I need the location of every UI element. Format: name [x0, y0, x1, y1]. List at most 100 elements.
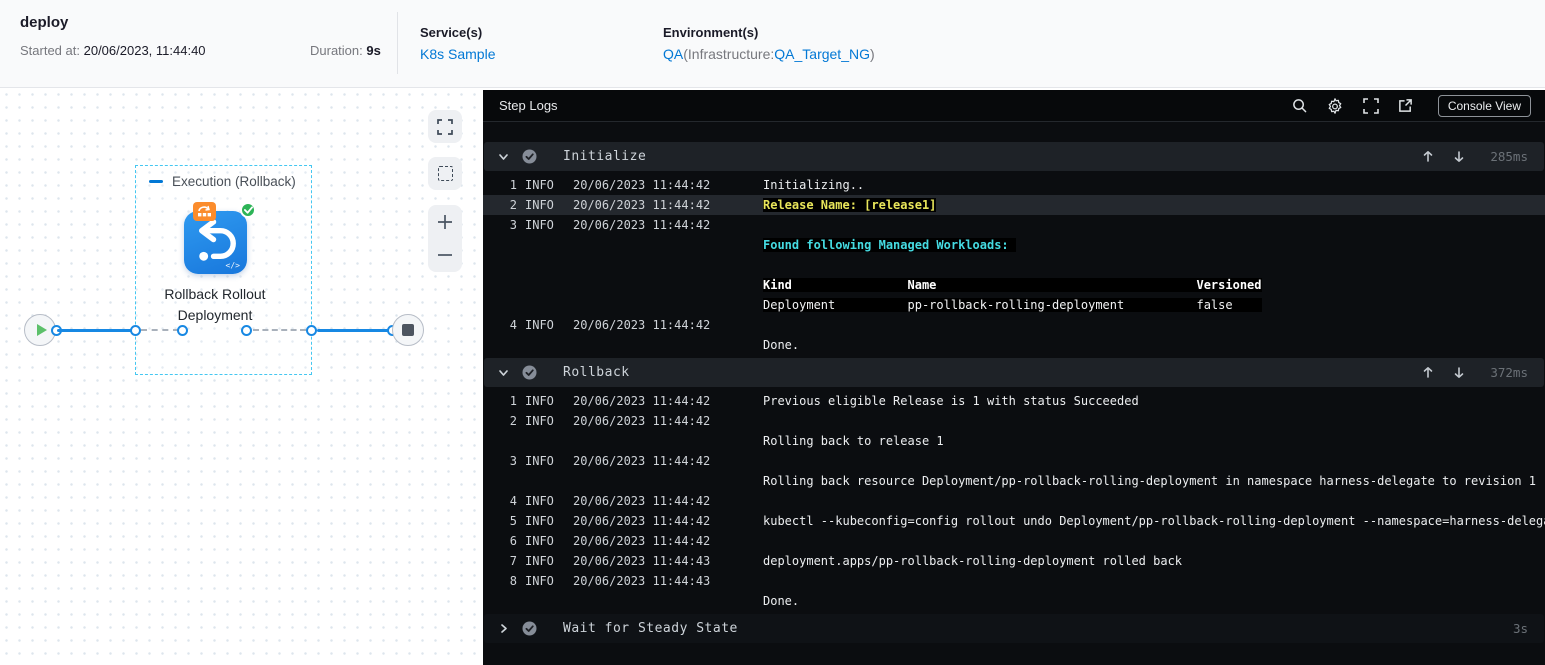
infrastructure-open: (Infrastructure:	[683, 46, 775, 62]
log-timestamp: 20/06/2023 11:44:42	[573, 178, 711, 192]
section-success-check-icon	[522, 365, 537, 380]
log-message: kubectl --kubeconfig=config rollout undo…	[763, 514, 1545, 528]
log-line-number: 2	[509, 198, 517, 212]
pipeline-title: deploy	[20, 14, 69, 31]
log-timestamp: 20/06/2023 11:44:42	[573, 198, 711, 212]
console-view-button[interactable]: Console View	[1437, 94, 1531, 117]
log-message: Deployment pp-rollback-rolling-deploymen…	[763, 298, 1262, 312]
step-success-check-icon	[240, 202, 256, 218]
log-settings-button[interactable]	[1326, 97, 1344, 115]
pipeline-graph-canvas[interactable]: Execution (Rollback) </> Rollback Rollou…	[0, 88, 483, 665]
zoom-in-button[interactable]	[428, 205, 462, 239]
chevron-down-icon[interactable]	[498, 367, 509, 378]
pipeline-end-node[interactable]	[392, 314, 424, 346]
log-row: Done.	[483, 335, 1545, 355]
log-line-number: 4	[509, 318, 517, 332]
environment-link[interactable]: QA	[663, 46, 683, 62]
step-logs-toolbar: Step Logs Console View	[483, 90, 1545, 122]
log-level: INFO	[525, 514, 554, 528]
selection-box-icon	[437, 166, 453, 181]
execution-header: deploy Started at: 20/06/2023, 11:44:40 …	[0, 0, 1545, 88]
log-level: INFO	[525, 218, 554, 232]
edge-line-start	[57, 329, 136, 332]
scroll-to-top-button[interactable]	[1422, 150, 1434, 163]
log-line-number: 7	[509, 554, 517, 568]
connector-dot	[177, 325, 188, 336]
edge-dashed-left	[141, 329, 179, 331]
duration-label: Duration:	[310, 43, 363, 58]
log-message: Initializing..	[763, 178, 865, 192]
log-message: Found following Managed Workloads:	[763, 238, 1016, 252]
log-row: 4 INFO 20/06/2023 11:44:42	[483, 315, 1545, 335]
section-success-check-icon	[522, 621, 537, 636]
started-at-label: Started at:	[20, 43, 80, 58]
log-sections: Initialize 285ms 1 INFO 20/06/2023 11:44:42 I…	[483, 142, 1545, 643]
log-message: Rolling back to release 1	[763, 434, 944, 448]
section-duration: 3s	[1512, 621, 1528, 636]
scroll-to-bottom-button[interactable]	[1453, 366, 1465, 379]
log-section-header[interactable]: Rollback 372ms	[484, 358, 1544, 387]
log-line-number: 6	[509, 534, 517, 548]
started-at: Started at: 20/06/2023, 11:44:40	[20, 43, 206, 58]
chevron-down-icon[interactable]	[498, 151, 509, 162]
connector-dot	[130, 325, 141, 336]
log-level: INFO	[525, 574, 554, 588]
log-line-number: 2	[509, 414, 517, 428]
log-level: INFO	[525, 318, 554, 332]
log-section-header[interactable]: Initialize 285ms	[484, 142, 1544, 171]
plus-icon	[438, 214, 452, 229]
log-timestamp: 20/06/2023 11:44:42	[573, 318, 711, 332]
log-row: Deployment pp-rollback-rolling-deploymen…	[483, 295, 1545, 315]
canvas-select-button[interactable]	[428, 157, 462, 190]
expand-icon	[1363, 97, 1379, 114]
search-logs-button[interactable]	[1292, 98, 1307, 113]
section-title: Initialize	[563, 149, 647, 164]
scroll-to-bottom-button[interactable]	[1453, 150, 1465, 163]
log-level: INFO	[525, 554, 554, 568]
canvas-zoom-controls	[428, 205, 462, 272]
external-link-icon	[1398, 99, 1412, 112]
log-message: Release Name: [release1]	[763, 198, 937, 212]
minus-icon	[438, 254, 452, 257]
rollback-step-node[interactable]: </>	[184, 202, 256, 274]
log-timestamp: 20/06/2023 11:44:42	[573, 514, 711, 528]
services-label: Service(s)	[420, 25, 483, 40]
service-link[interactable]: K8s Sample	[420, 46, 495, 62]
section-log-body: 1 INFO 20/06/2023 11:44:42 Previous eligibl…	[483, 387, 1545, 614]
log-message: Done.	[763, 338, 800, 352]
connector-dot	[306, 325, 317, 336]
infrastructure-link[interactable]: QA_Target_NG	[774, 46, 870, 62]
log-timestamp: 20/06/2023 11:44:43	[573, 554, 711, 568]
expand-logs-button[interactable]	[1363, 97, 1379, 114]
canvas-fullscreen-button[interactable]	[428, 110, 462, 143]
log-row: 3 INFO 20/06/2023 11:44:42	[483, 451, 1545, 471]
log-line-number: 1	[509, 178, 517, 192]
log-row: 5 INFO 20/06/2023 11:44:42 kubectl --kubeco…	[483, 511, 1545, 531]
chevron-right-icon[interactable]	[498, 623, 509, 634]
log-section-header[interactable]: Wait for Steady State 3s	[484, 614, 1544, 643]
log-line-number: 1	[509, 394, 517, 408]
log-row: Rolling back resource Deployment/pp-roll…	[483, 471, 1545, 491]
log-line-number: 4	[509, 494, 517, 508]
code-glyph: </>	[225, 261, 240, 270]
log-timestamp: 20/06/2023 11:44:42	[573, 414, 711, 428]
step-name: Rollback Rollout Deployment	[164, 286, 266, 323]
log-row	[483, 255, 1545, 275]
log-message: Done.	[763, 594, 800, 608]
log-row: 2 INFO 20/06/2023 11:44:42 Release Name: [r…	[483, 195, 1545, 215]
zoom-out-button[interactable]	[428, 239, 462, 273]
log-message: Kind Name Versioned	[763, 278, 1262, 292]
log-message: Previous eligible Release is 1 with stat…	[763, 394, 1139, 408]
play-icon	[36, 324, 47, 336]
open-in-new-tab-button[interactable]	[1398, 98, 1413, 113]
log-row: Kind Name Versioned	[483, 275, 1545, 295]
log-level: INFO	[525, 198, 554, 212]
log-level: INFO	[525, 178, 554, 192]
log-row: 2 INFO 20/06/2023 11:44:42	[483, 411, 1545, 431]
scroll-to-top-button[interactable]	[1422, 366, 1434, 379]
log-timestamp: 20/06/2023 11:44:42	[573, 454, 711, 468]
rollout-deployment-badge-icon	[193, 202, 216, 221]
log-row: 4 INFO 20/06/2023 11:44:42	[483, 491, 1545, 511]
collapse-dash-icon[interactable]	[149, 180, 163, 183]
duration-value: 9s	[366, 43, 381, 58]
